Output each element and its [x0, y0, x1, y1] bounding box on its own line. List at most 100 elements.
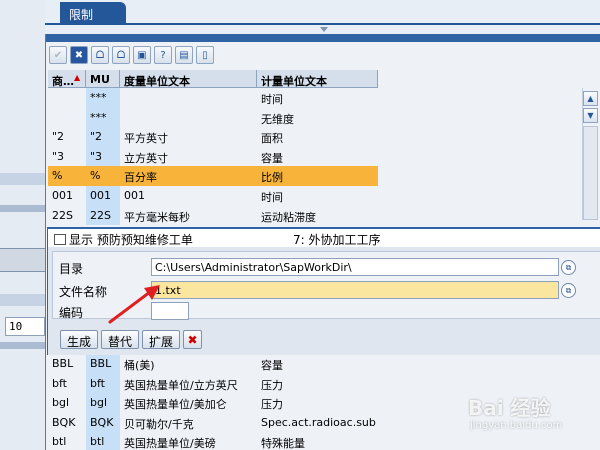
scroll-thumb[interactable] — [583, 126, 598, 220]
cell: bft — [52, 376, 67, 390]
cell: "2 — [52, 130, 65, 144]
cell: 百分率 — [124, 171, 157, 185]
cell: 立方英寸 — [124, 151, 168, 165]
divider — [0, 294, 45, 306]
divider — [0, 205, 45, 212]
cell: % — [86, 166, 120, 186]
cell: "3 — [86, 146, 120, 167]
table-row[interactable]: btl btl 英国热量单位/美磅 特殊能量 — [48, 432, 378, 450]
document-icon[interactable]: ▯ — [196, 46, 214, 64]
help-icon[interactable]: ? — [154, 46, 172, 64]
dialog-body: 目录 C:\Users\Administrator\SapWorkDir\ ⧉ … — [52, 251, 600, 320]
table-row[interactable]: BQK BQK 贝可勒尔/千克 Spec.act.radioac.sub — [48, 412, 378, 433]
table-row[interactable]: "3 "3 立方英寸 容量 — [48, 146, 378, 167]
cell: Spec.act.radioac.sub — [261, 415, 376, 429]
cell: 桶(美) — [124, 359, 155, 372]
divider — [0, 342, 45, 349]
tab-underline — [45, 23, 600, 25]
browse-icon[interactable]: ⧉ — [561, 260, 576, 275]
cell: btl — [52, 435, 67, 449]
cell: 平方毫米每秒 — [124, 210, 190, 224]
cell: bgl — [52, 396, 70, 410]
print-icon[interactable]: ▤ — [175, 46, 193, 64]
encoding-field[interactable] — [151, 302, 189, 320]
binoculars-icon[interactable]: ᗝ — [91, 46, 109, 64]
column-header[interactable]: 计量单位文本 — [257, 70, 378, 87]
cell — [48, 108, 86, 128]
extend-button[interactable]: 扩展 — [142, 330, 181, 349]
close-icon[interactable]: ✖ — [70, 46, 88, 64]
dialog-buttons: 生成 替代 扩展 ✖ — [60, 330, 203, 349]
dialog-title-bar: 显示 预防预知维修工单 7: 外协加工工序 — [48, 229, 600, 247]
replace-button[interactable]: 替代 — [101, 330, 140, 349]
scroll-up-icon[interactable]: ▲ — [583, 91, 598, 106]
file-dialog: 显示 预防预知维修工单 7: 外协加工工序 目录 C:\Users\Admini… — [47, 227, 600, 355]
export-icon[interactable]: ▣ — [133, 46, 151, 64]
column-header[interactable]: MU — [86, 70, 120, 87]
cell: *** — [86, 107, 120, 128]
table-row-selected[interactable]: %% 百分率 比例 — [48, 166, 378, 186]
table-row[interactable]: *** 无维度 — [48, 107, 378, 128]
generate-button[interactable]: 生成 — [60, 330, 99, 349]
background-panel: 10 — [0, 0, 45, 450]
panel-header — [46, 34, 600, 42]
cell: 压力 — [261, 378, 283, 392]
cell: 22S — [52, 208, 73, 222]
encoding-label: 编码 — [59, 306, 84, 320]
cell: 特殊能量 — [261, 437, 305, 450]
cell: 时间 — [261, 93, 283, 106]
cell — [120, 88, 257, 108]
cell: "3 — [52, 149, 65, 163]
cell: % — [52, 169, 63, 183]
cell: BBL — [52, 357, 74, 370]
divider — [0, 248, 45, 272]
binoculars-plus-icon[interactable]: ᗝ — [112, 46, 130, 64]
cell: 容量 — [261, 359, 283, 372]
cell: 容量 — [261, 151, 283, 165]
cell: 无维度 — [261, 112, 294, 126]
cell: BQK — [52, 415, 76, 429]
cell: BQK — [86, 412, 120, 433]
cell: 平方英寸 — [124, 132, 168, 146]
sort-icon: ▲ — [74, 73, 81, 82]
tab-restrict[interactable]: 限制 — [60, 2, 126, 24]
filename-field[interactable]: 1.txt — [151, 281, 559, 299]
cell: 英国热量单位/美加仑 — [124, 398, 227, 412]
cell: 001 — [124, 188, 145, 202]
cell: 英国热量单位/美磅 — [124, 437, 216, 450]
cell: 001 — [52, 188, 73, 202]
table-row[interactable]: bft bft 英国热量单位/立方英尺 压力 — [48, 373, 378, 394]
cell: 压力 — [261, 398, 283, 412]
cell: 22S — [86, 205, 120, 226]
cell: 比例 — [261, 171, 283, 185]
column-header[interactable]: 度量单位文本 — [120, 70, 257, 87]
cell: bgl — [86, 393, 120, 413]
cell: btl — [86, 432, 120, 450]
collapse-icon[interactable] — [320, 27, 328, 32]
directory-label: 目录 — [59, 262, 84, 276]
column-header[interactable]: 商…▲ — [48, 70, 86, 87]
unit-table: 商…▲ MU 度量单位文本 计量单位文本 *** 时间 *** 无维度 "2 "2 平方… — [48, 70, 378, 226]
cell: bft — [86, 373, 120, 394]
check-icon[interactable]: ✔ — [49, 46, 67, 64]
table-row[interactable]: *** 时间 — [48, 88, 378, 108]
cell: "2 — [86, 127, 120, 147]
cancel-icon[interactable]: ✖ — [183, 330, 203, 349]
browse-icon[interactable]: ⧉ — [561, 283, 576, 298]
directory-field[interactable]: C:\Users\Administrator\SapWorkDir\ — [151, 258, 559, 276]
cell — [120, 108, 257, 128]
table-row[interactable]: BBL BBL 桶(美) 容量 — [48, 354, 378, 374]
unit-table-lower: BBL BBL 桶(美) 容量 bft bft 英国热量单位/立方英尺 压力 bgl bgl 英… — [48, 354, 378, 450]
left-input-field[interactable]: 10 — [5, 317, 45, 336]
table-row[interactable]: bgl bgl 英国热量单位/美加仑 压力 — [48, 393, 378, 413]
table-row[interactable]: 22S 22S 平方毫米每秒 运动粘滞度 — [48, 205, 378, 226]
table-row[interactable]: 001 001 001 时间 — [48, 185, 378, 206]
scroll-down-icon[interactable]: ▼ — [583, 108, 598, 123]
table-row[interactable]: "2 "2 平方英寸 面积 — [48, 127, 378, 147]
table-header: 商…▲ MU 度量单位文本 计量单位文本 — [48, 70, 378, 88]
cell: 001 — [86, 185, 120, 206]
divider — [0, 173, 45, 185]
background-title-text: 7: 外协加工工序 — [293, 233, 381, 247]
toolbar: ✔ ✖ ᗝ ᗝ ▣ ? ▤ ▯ — [49, 44, 600, 66]
vertical-scrollbar[interactable]: ▲ ▼ — [582, 88, 598, 220]
